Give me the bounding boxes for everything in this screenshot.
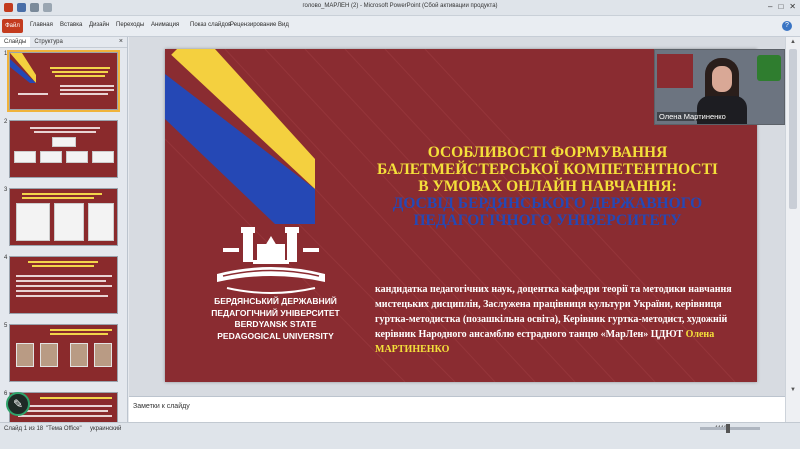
heading-line-blue: ПЕДАГОГІЧНОГО УНІВЕРСИТЕТУ (413, 212, 682, 229)
slide-preview-image (657, 54, 693, 88)
university-logo-icon (217, 227, 325, 294)
tab-file[interactable]: Файл (2, 19, 23, 33)
slide-number: 4 (4, 255, 8, 261)
university-name: БЕРДЯНСЬКИЙ ДЕРЖАВНИЙ ПЕДАГОГІЧНИЙ УНІВЕ… (193, 296, 358, 342)
maximize-icon[interactable]: □ (778, 2, 783, 11)
tab-home[interactable]: Главная (30, 22, 53, 28)
video-call-tile[interactable]: Олена Мартиненко (654, 49, 785, 125)
slide-counter: Слайд 1 из 18 (4, 426, 44, 432)
slide-thumbnail-4[interactable] (9, 256, 118, 314)
slide-number: 2 (4, 119, 8, 125)
heading-line: БАЛЕТМЕЙСТЕРСЬКОЇ КОМПЕТЕНТНОСТІ (377, 161, 718, 178)
language-indicator[interactable]: украинский (90, 426, 121, 432)
emblem-image (757, 55, 781, 81)
ribbon-tabs: Файл Главная Вставка Дизайн Переходы Ани… (0, 16, 800, 37)
window-title: голово_МАРЛЕН (2) - Microsoft PowerPoint… (302, 3, 498, 9)
speaker-bio[interactable]: кандидатка педагогічних наук, доцентка к… (375, 282, 757, 357)
slide-number: 1 (4, 51, 8, 57)
status-bar: Слайд 1 из 18 "Тема Office" украинский 1… (0, 422, 800, 449)
flag-stripes-icon (10, 53, 36, 83)
minimize-icon[interactable]: – (768, 2, 772, 11)
slide-number: 5 (4, 323, 8, 329)
powerpoint-window: голово_МАРЛЕН (2) - Microsoft PowerPoint… (0, 0, 800, 449)
university-line: BERDYANSK STATE (234, 319, 317, 329)
slide-number: 6 (4, 391, 8, 397)
vertical-scrollbar[interactable]: ▲ ▼ (785, 37, 800, 422)
slide-thumbnail-3[interactable] (9, 188, 118, 246)
scroll-up-icon[interactable]: ▲ (788, 39, 798, 45)
tab-outline[interactable]: Структура (30, 37, 66, 47)
bio-text: кандидатка педагогічних наук, доцентка к… (375, 284, 732, 340)
university-line: ПЕДАГОГІЧНИЙ УНІВЕРСИТЕТ (211, 307, 340, 318)
university-line: БЕРДЯНСЬКИЙ ДЕРЖАВНИЙ (214, 296, 337, 306)
theme-name: "Тема Office" (46, 426, 82, 432)
participant-face (712, 66, 732, 92)
zoom-slider-handle[interactable] (726, 424, 730, 433)
slide-number: 3 (4, 187, 8, 193)
tab-transitions[interactable]: Переходы (116, 22, 144, 28)
slides-panel-tabs: Слайды Структура × (0, 37, 127, 48)
slide-heading[interactable]: ОСОБЛИВОСТІ ФОРМУВАННЯ БАЛЕТМЕЙСТЕРСЬКОЇ… (325, 144, 757, 229)
slide-thumbnail-1[interactable] (7, 50, 120, 112)
zoom-slider[interactable] (700, 427, 760, 430)
tab-insert[interactable]: Вставка (60, 22, 82, 28)
tab-review[interactable]: Рецензирование (230, 22, 276, 28)
scrollbar-thumb[interactable] (789, 49, 797, 209)
tab-view[interactable]: Вид (278, 22, 289, 28)
participant-name: Олена Мартиненко (657, 112, 728, 121)
heading-line: ОСОБЛИВОСТІ ФОРМУВАННЯ (427, 144, 668, 161)
title-bar: голово_МАРЛЕН (2) - Microsoft PowerPoint… (0, 0, 800, 16)
notes-placeholder: Заметки к слайду (133, 403, 190, 410)
notes-pane[interactable]: Заметки к слайду (129, 396, 785, 422)
tab-slideshow[interactable]: Показ слайдов (190, 22, 231, 28)
heading-line: В УМОВАХ ОНЛАЙН НАВЧАННЯ: (418, 178, 677, 195)
pen-tool-icon[interactable]: ✎ (6, 392, 30, 416)
tab-design[interactable]: Дизайн (89, 22, 109, 28)
slide-thumbnail-5[interactable] (9, 324, 118, 382)
tab-slides[interactable]: Слайды (0, 37, 31, 47)
window-controls: – □ ✕ (768, 2, 796, 11)
heading-line-blue: ДОСВІД БЕРДЯНСЬКОГО ДЕРЖАВНОГО (392, 195, 703, 212)
close-panel-icon[interactable]: × (115, 37, 127, 47)
tab-animation[interactable]: Анимация (151, 22, 179, 28)
close-icon[interactable]: ✕ (789, 2, 796, 11)
slides-panel: Слайды Структура × 1 2 3 4 5 6 (0, 37, 128, 422)
help-icon[interactable]: ? (782, 21, 792, 31)
scroll-down-icon[interactable]: ▼ (788, 387, 798, 393)
university-line: PEDAGOGICAL UNIVERSITY (217, 330, 334, 341)
slide-thumbnail-2[interactable] (9, 120, 118, 178)
